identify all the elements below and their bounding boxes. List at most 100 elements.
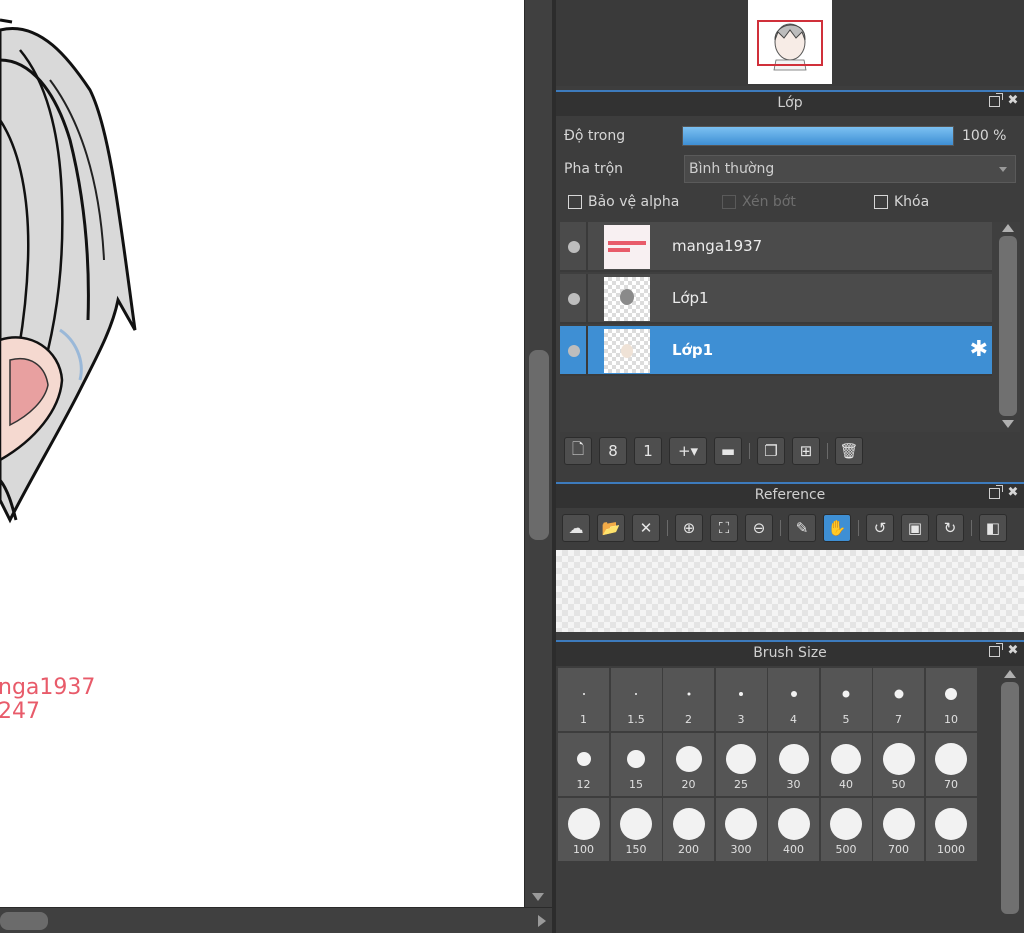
brush-size-scroll-thumb[interactable]	[1001, 682, 1019, 914]
brush-size-cell[interactable]: 300	[715, 798, 767, 861]
visibility-eye-icon[interactable]	[568, 345, 580, 357]
brush-size-cell[interactable]: 5	[820, 668, 872, 731]
brush-size-cell[interactable]: 700	[873, 798, 924, 861]
brush-dot-icon	[790, 691, 797, 697]
brush-size-cell[interactable]: 10	[925, 668, 977, 731]
scroll-up-arrow-icon[interactable]	[1002, 224, 1014, 232]
reference-panel-title: Reference	[754, 487, 826, 503]
brush-size-cell[interactable]: 50	[873, 733, 924, 796]
character-hair-drawing	[0, 18, 137, 524]
brush-size-scrollbar[interactable]	[998, 668, 1022, 928]
brush-size-cell[interactable]: 1000	[925, 798, 977, 861]
canvas-hscroll-thumb[interactable]	[0, 912, 48, 930]
hand-icon[interactable]: ✋	[823, 514, 851, 542]
scroll-down-arrow-icon[interactable]	[532, 893, 544, 901]
navigator-view-frame[interactable]	[757, 20, 823, 66]
brush-size-cell[interactable]: 7	[873, 668, 924, 731]
add-layer-menu-icon[interactable]: +▾	[669, 437, 707, 465]
lock-box[interactable]	[874, 195, 888, 209]
layer-list-scrollbar[interactable]	[996, 222, 1020, 432]
brush-size-label: 70	[944, 778, 958, 791]
brush-size-cell[interactable]: 30	[768, 733, 819, 796]
navigator-panel	[556, 0, 1024, 86]
brush-size-cell[interactable]: 1.5	[610, 668, 662, 731]
scroll-down-arrow-icon[interactable]	[1002, 420, 1014, 428]
layer-item-manga1937[interactable]: manga1937	[560, 222, 992, 272]
canvas-vscroll-thumb[interactable]	[529, 350, 549, 540]
brush-size-cell[interactable]: 200	[663, 798, 714, 861]
layer-list-scroll-thumb[interactable]	[999, 236, 1017, 416]
layer-item-lop1-a[interactable]: Lớp1	[560, 274, 992, 324]
brush-size-cell[interactable]: 4	[768, 668, 819, 731]
flip-icon[interactable]: ◧	[979, 514, 1007, 542]
clipping-box[interactable]	[722, 195, 736, 209]
opacity-slider[interactable]	[682, 126, 954, 146]
brush-size-panel-titlebar: Brush Size ✖	[556, 640, 1024, 666]
brush-size-cell[interactable]: 25	[715, 733, 767, 796]
brush-dot-icon	[831, 744, 861, 774]
protect-alpha-box[interactable]	[568, 195, 582, 209]
brush-size-cell[interactable]: 15	[610, 733, 662, 796]
visibility-eye-icon[interactable]	[568, 293, 580, 305]
actual-size-icon[interactable]: ▣	[901, 514, 929, 542]
close-icon[interactable]: ✖	[1006, 486, 1020, 500]
close-icon[interactable]: ✕	[632, 514, 660, 542]
rotate-right-icon[interactable]: ↻	[936, 514, 964, 542]
brush-size-label: 30	[786, 778, 801, 791]
clipping-checkbox[interactable]: Xén bớt	[722, 194, 796, 210]
fit-icon[interactable]: ⛶	[710, 514, 738, 542]
close-icon[interactable]: ✖	[1006, 94, 1020, 108]
merge-layer-icon[interactable]: ⊞	[792, 437, 820, 465]
canvas-horizontal-scrollbar[interactable]	[0, 907, 552, 933]
visibility-eye-icon[interactable]	[568, 241, 580, 253]
brush-size-cell[interactable]: 3	[715, 668, 767, 731]
brush-size-cell[interactable]: 500	[820, 798, 872, 861]
navigator-thumbnail[interactable]	[748, 0, 832, 84]
brush-dot-icon	[777, 808, 810, 840]
new-folder-icon[interactable]: ▬	[714, 437, 742, 465]
scroll-right-arrow-icon[interactable]	[538, 915, 546, 927]
brush-size-label: 25	[734, 778, 748, 791]
delete-layer-icon[interactable]: 🗑	[835, 437, 863, 465]
lock-checkbox[interactable]: Khóa	[874, 194, 929, 210]
layer-thumbnail	[604, 225, 650, 269]
zoom-out-icon[interactable]: ⊖	[745, 514, 773, 542]
blend-mode-select[interactable]: Bình thường	[684, 155, 1016, 183]
brush-size-cell[interactable]: 400	[768, 798, 819, 861]
brush-size-cell[interactable]: 20	[663, 733, 714, 796]
drawing-canvas[interactable]: nga1937 247	[0, 0, 524, 907]
layer-item-lop1-b[interactable]: Lớp1 ✱	[560, 326, 992, 376]
brush-size-cell[interactable]: 2	[663, 668, 714, 731]
brush-dot-icon	[725, 808, 757, 840]
popout-icon[interactable]	[989, 93, 1003, 107]
brush-size-cell[interactable]: 150	[610, 798, 662, 861]
rotate-left-icon[interactable]: ↺	[866, 514, 894, 542]
open-folder-icon[interactable]: 📂	[597, 514, 625, 542]
protect-alpha-label: Bảo vệ alpha	[588, 194, 680, 210]
popout-icon[interactable]	[989, 485, 1003, 499]
brush-size-cell[interactable]: 70	[925, 733, 977, 796]
brush-size-cell[interactable]: 40	[820, 733, 872, 796]
reference-image-area[interactable]	[556, 550, 1024, 632]
new-8bit-layer-icon[interactable]: 8	[599, 437, 627, 465]
zoom-in-icon[interactable]: ⊕	[675, 514, 703, 542]
app-window: nga1937 247 Lớp ✖ Độ trong 100 % Pha trộ…	[0, 0, 1024, 933]
duplicate-layer-icon[interactable]: ❐	[757, 437, 785, 465]
new-1bit-layer-icon[interactable]: 1	[634, 437, 662, 465]
canvas-vertical-scrollbar[interactable]	[524, 0, 552, 907]
gear-icon[interactable]: ✱	[970, 339, 988, 361]
brush-size-cell[interactable]: 100	[558, 798, 609, 861]
close-icon[interactable]: ✖	[1006, 644, 1020, 658]
cloud-upload-icon[interactable]: ☁	[562, 514, 590, 542]
popout-icon[interactable]	[989, 643, 1003, 657]
new-layer-icon[interactable]: 🗋	[564, 437, 592, 465]
brush-dot-icon	[576, 752, 591, 766]
toolbar-divider	[780, 520, 781, 536]
brush-size-cell[interactable]: 1	[558, 668, 609, 731]
scroll-up-arrow-icon[interactable]	[1004, 670, 1016, 678]
brush-dot-icon	[635, 693, 637, 695]
protect-alpha-checkbox[interactable]: Bảo vệ alpha	[568, 194, 679, 210]
eyedropper-icon[interactable]: ✎	[788, 514, 816, 542]
brush-size-cell[interactable]: 12	[558, 733, 609, 796]
brush-dot-icon	[582, 693, 585, 695]
